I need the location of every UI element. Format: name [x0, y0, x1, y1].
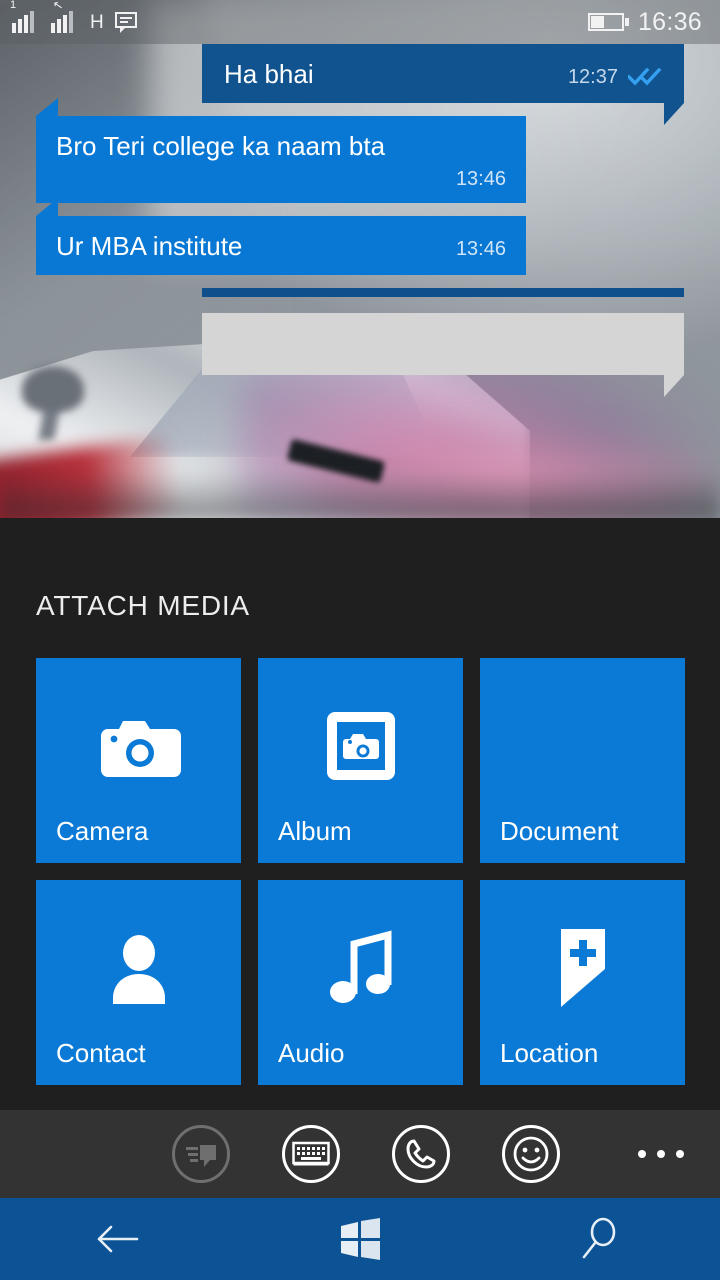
sms-icon [114, 12, 137, 33]
message-row [0, 287, 720, 397]
message-text: Ur MBA institute [56, 231, 243, 261]
message-meta: 13:46 [456, 238, 506, 261]
attach-media-panel: ATTACH MEDIA Camera Album Document Conta… [0, 518, 720, 1118]
app-bar-buttons [0, 1125, 560, 1183]
phone-screen: Ha bhai 12:37 Bro Teri college ka naam b… [0, 0, 720, 1280]
status-bar-right: 16:36 [587, 7, 720, 37]
status-bar: 1 ↖ H 16:36 [0, 0, 720, 44]
message-row: Ur MBA institute 13:46 [0, 198, 720, 275]
placeholder-body [202, 312, 684, 397]
message-meta: 12:37 [568, 66, 662, 89]
tile-label: Camera [56, 816, 149, 846]
message-text: Ha bhai [224, 59, 314, 89]
photo-album-icon [258, 686, 463, 806]
tile-audio[interactable]: Audio [258, 880, 463, 1085]
status-bar-left: 1 ↖ H [0, 0, 137, 33]
network-type-label: H [90, 12, 104, 33]
message-bubble-outgoing[interactable]: Ha bhai 12:37 [202, 44, 684, 124]
message-text: Bro Teri college ka naam bta [56, 130, 386, 161]
tile-label: Audio [278, 1038, 345, 1068]
tile-label: Album [278, 816, 352, 846]
back-arrow-icon[interactable] [60, 1208, 180, 1270]
tile-label: Location [500, 1038, 599, 1068]
message-bubble-incoming[interactable]: Bro Teri college ka naam bta 13:46 [36, 97, 526, 203]
tile-album[interactable]: Album [258, 658, 463, 863]
signal-bars-icon-sim1: 1 [10, 0, 40, 33]
message-row: Bro Teri college ka naam bta 13:46 [0, 97, 720, 203]
tile-label: Document [500, 816, 619, 846]
message-bubble-placeholder[interactable] [202, 287, 684, 397]
message-timestamp: 13:46 [455, 237, 506, 260]
double-check-icon [628, 68, 662, 86]
message-row: Ha bhai 12:37 [0, 44, 720, 124]
ellipsis-icon[interactable] [638, 1150, 720, 1158]
attach-message-icon[interactable] [172, 1125, 230, 1183]
music-note-icon [258, 908, 463, 1028]
message-timestamp: 12:37 [567, 65, 618, 88]
windows-logo-icon[interactable] [300, 1208, 420, 1270]
search-icon[interactable] [540, 1208, 660, 1270]
tile-label: Contact [56, 1038, 146, 1068]
battery-half-icon [587, 13, 629, 31]
clock-label: 16:36 [637, 7, 702, 36]
tile-document[interactable]: Document [480, 658, 685, 863]
message-bubble-incoming[interactable]: Ur MBA institute 13:46 [36, 198, 526, 275]
tile-contact[interactable]: Contact [36, 880, 241, 1085]
tile-location[interactable]: Location [480, 880, 685, 1085]
signal-bars-icon-sim2: ↖ [51, 0, 79, 33]
keyboard-icon[interactable] [282, 1125, 340, 1183]
chat-conversation-area: Ha bhai 12:37 Bro Teri college ka naam b… [0, 0, 720, 518]
message-timestamp: 13:46 [455, 168, 506, 190]
sim1-badge: 1 [10, 0, 17, 11]
navigation-bar [0, 1198, 720, 1280]
message-meta: 13:46 [56, 168, 506, 191]
camera-icon [36, 686, 241, 806]
tile-camera[interactable]: Camera [36, 658, 241, 863]
roaming-arrow-icon: ↖ [51, 0, 65, 13]
attach-media-tile-grid: Camera Album Document Contact Audio Loca… [0, 622, 720, 1085]
person-icon [36, 908, 241, 1028]
phone-icon[interactable] [392, 1125, 450, 1183]
message-list: Ha bhai 12:37 Bro Teri college ka naam b… [0, 44, 720, 397]
placeholder-accent-bar [202, 287, 684, 297]
app-bar [0, 1110, 720, 1198]
attach-media-title: ATTACH MEDIA [36, 590, 250, 621]
smiley-icon[interactable] [502, 1125, 560, 1183]
location-pin-plus-icon [480, 908, 685, 1028]
